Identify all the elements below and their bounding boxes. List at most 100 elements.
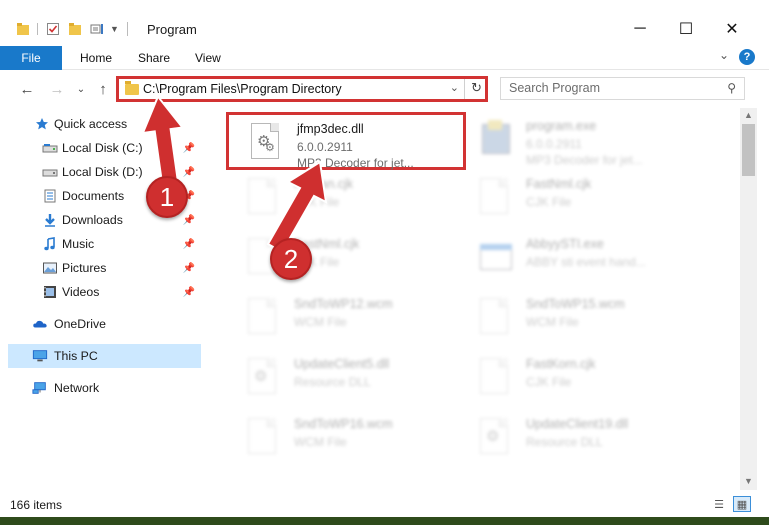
customize-qa-dropdown-icon[interactable]: ▼ bbox=[110, 24, 119, 34]
file-type: Resource DLL bbox=[294, 375, 371, 389]
file-type: WCM File bbox=[294, 435, 347, 449]
file-icon bbox=[480, 298, 512, 338]
back-button[interactable]: ← bbox=[16, 78, 38, 100]
file-description: MP3 Decoder for jet... bbox=[526, 153, 643, 167]
file-type: Resource DLL bbox=[526, 435, 603, 449]
file-icon bbox=[248, 298, 280, 338]
details-view-icon[interactable]: ☰ bbox=[710, 496, 728, 512]
exe-window-icon bbox=[480, 238, 512, 278]
sidebar-item-label: Music bbox=[62, 237, 95, 251]
tab-home[interactable]: Home bbox=[80, 46, 112, 70]
address-dropdown-icon[interactable]: ⌄ bbox=[450, 81, 459, 94]
sidebar-item-network[interactable]: Network bbox=[8, 376, 201, 400]
dll-gear-icon: ⚙ bbox=[480, 418, 512, 458]
sidebar-item-onedrive[interactable]: OneDrive bbox=[8, 312, 201, 336]
recent-locations-button[interactable]: ⌄ bbox=[70, 78, 92, 100]
file-item[interactable]: ⚙ UpdateClient19.dll Resource DLL bbox=[458, 410, 698, 468]
navigation-bar: ← → ⌄ ↑ C:\Program Files\Program Directo… bbox=[0, 71, 769, 107]
window-title: Program bbox=[147, 22, 197, 37]
title-bar: ▼ Program ─ ☐ ✕ bbox=[0, 0, 769, 44]
sidebar-item-label: This PC bbox=[54, 349, 98, 363]
sidebar-item-label: Videos bbox=[62, 285, 100, 299]
sidebar-item-pictures[interactable]: Pictures 📌 bbox=[8, 256, 201, 280]
new-folder-icon[interactable] bbox=[68, 22, 82, 36]
tab-view[interactable]: View bbox=[195, 46, 221, 70]
search-input[interactable] bbox=[509, 81, 709, 95]
file-item[interactable]: SndToWP15.wcm WCM File bbox=[458, 290, 698, 348]
documents-icon bbox=[44, 189, 56, 203]
file-name: UpdateClient5.dll bbox=[294, 357, 390, 371]
scrollbar-thumb[interactable] bbox=[742, 124, 755, 176]
sidebar-item-label: Quick access bbox=[54, 117, 128, 131]
music-icon bbox=[44, 237, 55, 251]
network-icon bbox=[32, 382, 46, 394]
file-icon bbox=[248, 418, 280, 458]
refresh-icon[interactable]: ↻ bbox=[471, 80, 482, 96]
tab-file[interactable]: File bbox=[0, 46, 62, 70]
file-name: SndToWP15.wcm bbox=[526, 297, 625, 311]
file-explorer-window: ▼ Program ─ ☐ ✕ File Home Share View ⌄ ?… bbox=[0, 0, 769, 517]
sidebar-item-label: Pictures bbox=[62, 261, 107, 275]
sidebar-item-label: Documents bbox=[62, 189, 125, 203]
scroll-down-icon[interactable]: ▼ bbox=[744, 476, 753, 486]
properties-icon[interactable] bbox=[46, 22, 60, 36]
file-name: SndToWP16.wcm bbox=[294, 417, 393, 431]
search-box[interactable]: ⚲ bbox=[500, 77, 745, 100]
help-button[interactable]: ? bbox=[739, 49, 755, 65]
file-type: WCM File bbox=[294, 315, 347, 329]
cloud-icon bbox=[33, 320, 47, 328]
pin-icon[interactable]: 📌 bbox=[183, 287, 195, 298]
dll-gear-icon: ⚙ bbox=[248, 358, 280, 398]
sidebar-item-videos[interactable]: Videos 📌 bbox=[8, 280, 201, 304]
file-item[interactable]: program.exe 6.0.0.2911 MP3 Decoder for j… bbox=[458, 112, 698, 170]
downloads-icon bbox=[45, 214, 55, 227]
file-name: FastNml.cjk bbox=[526, 177, 592, 191]
scroll-up-icon[interactable]: ▲ bbox=[744, 110, 753, 120]
rename-icon[interactable] bbox=[90, 22, 106, 36]
dll-gear-icon: ⚙ ⚙ bbox=[251, 123, 283, 163]
ribbon-tabs: File Home Share View ⌄ ? bbox=[0, 46, 769, 70]
pin-icon[interactable]: 📌 bbox=[183, 215, 195, 226]
file-name: program.exe bbox=[526, 119, 597, 133]
up-button[interactable]: ↑ bbox=[92, 78, 114, 100]
maximize-button[interactable]: ☐ bbox=[663, 14, 709, 44]
sidebar-item-music[interactable]: Music 📌 bbox=[8, 232, 201, 256]
file-name: FastKorn.cjk bbox=[526, 357, 596, 371]
close-button[interactable]: ✕ bbox=[709, 14, 755, 44]
file-item[interactable]: FastNml.cjk CJK File bbox=[458, 170, 698, 228]
sidebar-item-label: Network bbox=[54, 381, 100, 395]
file-item[interactable]: SndToWP16.wcm WCM File bbox=[226, 410, 466, 468]
address-separator bbox=[464, 79, 465, 99]
file-description: ABBY sti event hand... bbox=[526, 255, 646, 269]
minimize-button[interactable]: ─ bbox=[617, 14, 663, 44]
forward-button[interactable]: → bbox=[46, 78, 68, 100]
file-item[interactable]: SndToWP12.wcm WCM File bbox=[226, 290, 466, 348]
tab-share[interactable]: Share bbox=[138, 46, 170, 70]
drive-icon bbox=[42, 169, 58, 177]
folder-icon bbox=[125, 81, 139, 95]
file-icon bbox=[480, 178, 512, 218]
search-icon[interactable]: ⚲ bbox=[727, 81, 736, 95]
folder-icon[interactable] bbox=[16, 22, 30, 36]
file-type: WCM File bbox=[526, 315, 579, 329]
callout-badge-2: 2 bbox=[270, 238, 312, 280]
file-item[interactable]: ⚙ UpdateClient5.dll Resource DLL bbox=[226, 350, 466, 408]
pin-icon[interactable]: 📌 bbox=[183, 263, 195, 274]
expand-ribbon-icon[interactable]: ⌄ bbox=[719, 48, 729, 62]
status-bar: 166 items ☰ ▦ bbox=[0, 492, 769, 517]
file-item[interactable]: AbbyySTI.exe ABBY sti event hand... bbox=[458, 230, 698, 288]
file-type: CJK File bbox=[526, 375, 572, 389]
sidebar-item-label: OneDrive bbox=[54, 317, 106, 331]
exe-icon bbox=[480, 120, 512, 160]
file-type: CJK File bbox=[526, 195, 572, 209]
large-icons-view-icon[interactable]: ▦ bbox=[733, 496, 751, 512]
pictures-icon bbox=[43, 262, 57, 274]
file-item[interactable]: FastKorn.cjk CJK File bbox=[458, 350, 698, 408]
file-version: 6.0.0.2911 bbox=[526, 137, 582, 151]
sidebar-item-this-pc[interactable]: This PC bbox=[8, 344, 201, 368]
item-count: 166 items bbox=[10, 498, 63, 512]
computer-icon bbox=[32, 350, 48, 362]
sidebar-item-label: Local Disk (D:) bbox=[62, 165, 143, 179]
pin-icon[interactable]: 📌 bbox=[183, 239, 195, 250]
vertical-scrollbar[interactable]: ▲ ▼ bbox=[740, 108, 757, 490]
